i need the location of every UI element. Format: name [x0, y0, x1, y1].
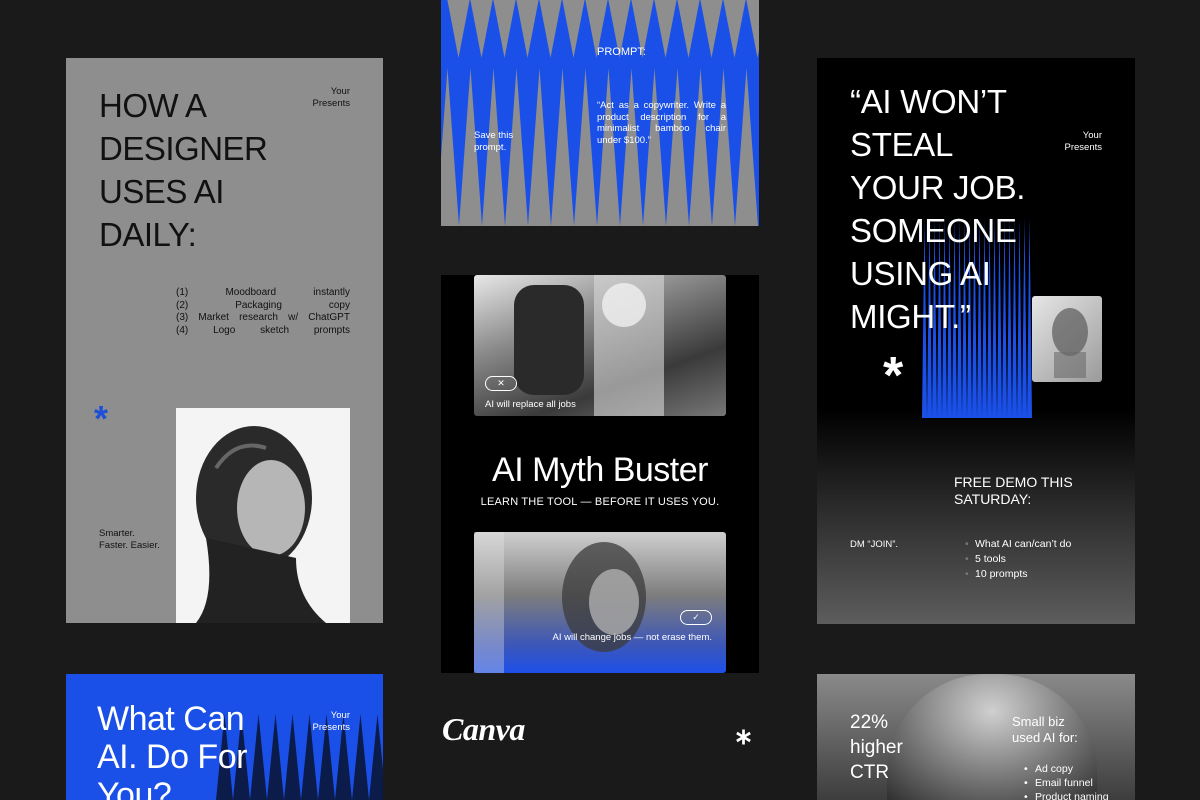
- robot-photo: ✕ AI will replace all jobs: [474, 275, 726, 416]
- card-designer-daily: HOW A DESIGNER USES AI DAILY: Your Prese…: [66, 58, 383, 623]
- demo-list: What AI can/can’t do 5 tools 10 prompts: [965, 537, 1071, 582]
- brand-label: Your Presents: [312, 86, 351, 109]
- prompt-body: “Act as a copywriter. Write a product de…: [597, 100, 726, 146]
- asterisk-icon: *: [883, 347, 904, 405]
- myth-title: AI Myth Buster: [492, 451, 708, 489]
- caption-top: AI will replace all jobs: [485, 399, 576, 410]
- demo-heading: FREE DEMO THIS SATURDAY:: [954, 474, 1073, 507]
- card-myth-buster: ✕ AI will replace all jobs AI Myth Buste…: [441, 275, 759, 673]
- card-quote: “AI WON’T STEAL YOUR JOB. SOMEONE USING …: [817, 58, 1135, 624]
- bust-photo: [1032, 296, 1102, 382]
- tagline: Smarter. Faster. Easier.: [99, 528, 160, 551]
- save-note: Save this prompt.: [474, 130, 514, 153]
- list-item: Email funnel: [1024, 776, 1109, 790]
- spike-shape: [267, 714, 284, 800]
- spike-shape: [284, 714, 301, 800]
- asterisk-icon: *: [94, 398, 109, 439]
- card-title: HOW A DESIGNER USES AI DAILY:: [99, 87, 268, 253]
- list-item: (2) Packaging copy: [176, 299, 350, 311]
- dm-note: DM “JOIN”.: [850, 539, 899, 550]
- spike-shape: [250, 714, 267, 800]
- quote-text: “AI WON’T STEAL YOUR JOB. SOMEONE USING …: [850, 83, 1026, 335]
- prompt-label: PROMPT:: [597, 46, 646, 58]
- list-item: What AI can/can’t do: [965, 537, 1071, 552]
- card-title: What Can AI. Do For You?: [97, 700, 247, 800]
- list-item: Product naming: [1024, 790, 1109, 800]
- sculpture-photo: [176, 408, 350, 623]
- card-what-can-ai: What Can AI. Do For You? Your Presents: [66, 674, 383, 800]
- list-item: (3) Market research w/ChatGPT: [176, 312, 350, 323]
- list-item: (1) Moodboard instantly: [176, 287, 350, 298]
- myth-subtitle: LEARN THE TOOL — BEFORE IT USES YOU.: [480, 496, 720, 508]
- list-item: 10 prompts: [965, 567, 1071, 582]
- check-icon: ✓: [680, 610, 712, 625]
- spike-shape: [369, 714, 383, 800]
- caption-bottom: AI will change jobs — not erase them.: [552, 632, 712, 643]
- brand-label: Your Presents: [1064, 130, 1103, 153]
- asterisk-mark-icon: ⁎: [736, 717, 751, 750]
- usage-heading: Small biz used AI for:: [1012, 714, 1078, 745]
- brand-label: Your Presents: [312, 710, 351, 733]
- usage-list: Ad copy Email funnel Product naming: [1024, 762, 1109, 800]
- close-icon: ✕: [485, 376, 517, 391]
- list-item: (4) Logo sketch prompts: [176, 324, 350, 336]
- canva-logo: Canva: [442, 711, 525, 747]
- list-item: 5 tools: [965, 552, 1071, 567]
- list-item: Ad copy: [1024, 762, 1109, 776]
- card-ctr: 22% higher CTR Small biz used AI for: Ad…: [817, 674, 1135, 800]
- woman-photo: ✓ AI will change jobs — not erase them.: [474, 532, 726, 673]
- card-prompt: PROMPT: “Act as a copywriter. Write a pr…: [441, 0, 759, 226]
- spike-shape: [352, 714, 369, 800]
- ctr-stat: 22% higher CTR: [850, 712, 903, 783]
- task-list: (1) Moodboard instantly (2) Packaging copy (…: [176, 287, 350, 337]
